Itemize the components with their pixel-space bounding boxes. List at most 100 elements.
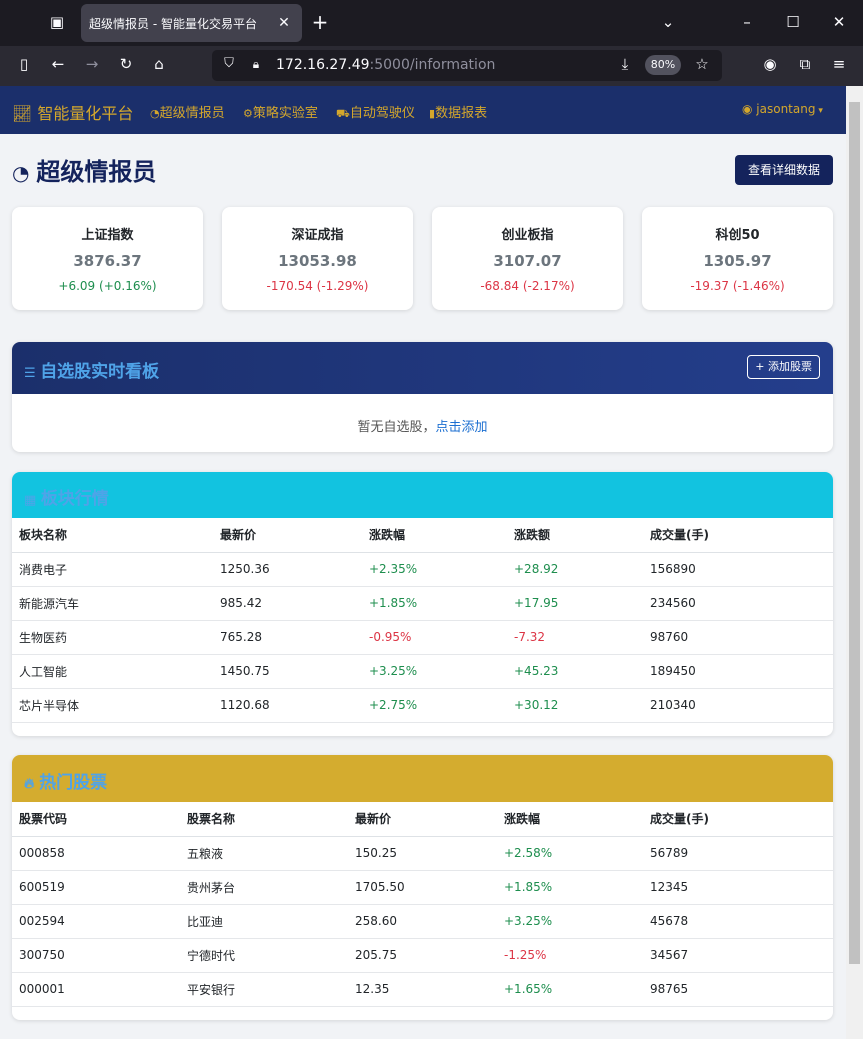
extensions-icon[interactable]: ⧉ [794, 54, 816, 76]
sidebar-icon[interactable]: ▯ [13, 54, 35, 76]
table-cell: 宁德时代 [180, 938, 348, 973]
menu-icon[interactable]: ≡ [828, 54, 850, 76]
table-cell: 98765 [643, 972, 833, 1007]
col-header: 成交量(手) [643, 802, 833, 837]
tab-list-icon[interactable]: ⌄ [657, 12, 679, 34]
view-details-button[interactable]: 查看详细数据 [735, 155, 833, 185]
table-cell: -7.32 [507, 620, 643, 655]
index-card: 科创50 1305.97 -19.37 (-1.46%) [642, 207, 833, 310]
gauge-icon: ◔ [12, 161, 37, 185]
close-window-icon[interactable]: ✕ [828, 12, 850, 34]
reload-icon[interactable]: ↻ [115, 54, 137, 76]
col-header: 涨跌额 [507, 518, 643, 553]
table-cell: +1.65% [497, 972, 643, 1007]
brand[interactable]: 📈︎ 智能量化平台 [12, 100, 133, 124]
table-cell: 258.60 [348, 904, 497, 939]
index-name: 上证指数 [81, 228, 134, 243]
table-cell: 生物医药 [12, 620, 213, 655]
table-cell: 205.75 [348, 938, 497, 973]
home-icon[interactable]: ⌂ [148, 54, 170, 76]
hot-stocks-table: 股票代码 股票名称 最新价 涨跌幅 成交量(手) 000858 五粮液 150.25… [12, 802, 833, 1007]
bookmark-star-icon[interactable]: ☆ [691, 54, 713, 76]
table-row[interactable]: 生物医药 765.28 -0.95% -7.32 98760 [12, 620, 833, 655]
index-name: 深证成指 [291, 228, 344, 243]
table-cell: 150.25 [348, 836, 497, 871]
table-cell: 234560 [643, 586, 833, 621]
add-stock-button[interactable]: + 添加股票 [747, 355, 820, 379]
scrollbar-thumb[interactable] [849, 102, 860, 964]
table-cell: 765.28 [213, 620, 362, 655]
table-cell: 000858 [12, 836, 180, 871]
table-row[interactable]: 消费电子 1250.36 +2.35% +28.92 156890 [12, 552, 833, 587]
table-cell: 1120.68 [213, 688, 362, 723]
table-cell: 210340 [643, 688, 833, 723]
table-cell: +17.95 [507, 586, 643, 621]
lock-icon[interactable]: 🔒︎ [245, 54, 267, 76]
index-change: -19.37 (-1.46%) [690, 279, 785, 293]
table-row[interactable]: 600519 贵州茅台 1705.50 +1.85% 12345 [12, 870, 833, 905]
index-price: 13053.98 [278, 252, 357, 270]
nav-reports[interactable]: ▮数据报表 [429, 102, 487, 121]
table-cell: 300750 [12, 938, 180, 973]
download-icon[interactable]: ⤓ [614, 54, 636, 76]
sector-table-body: 消费电子 1250.36 +2.35% +28.92 156890 新能源汽车 985.42… [12, 552, 833, 723]
scrollbar[interactable] [846, 86, 863, 1039]
table-row[interactable]: 300750 宁德时代 205.75 -1.25% 34567 [12, 938, 833, 973]
table-cell: 平安银行 [180, 972, 348, 1007]
add-watchlist-link[interactable]: 点击添加 [436, 420, 488, 435]
browser-tab[interactable]: 超级情报员 - 智能量化交易平台 ✕ [81, 4, 302, 42]
table-row[interactable]: 002594 比亚迪 258.60 +3.25% 45678 [12, 904, 833, 939]
index-price: 1305.97 [703, 252, 772, 270]
nav-strategy-lab[interactable]: ⚙策略实验室 [243, 102, 318, 121]
col-header: 涨跌幅 [362, 518, 507, 553]
index-price: 3107.07 [493, 252, 562, 270]
gauge-icon: ◔ [150, 107, 160, 120]
watchlist-title: ☰ 自选股实时看板 [24, 362, 160, 382]
forward-icon[interactable]: → [81, 54, 103, 76]
tab-title: 超级情报员 - 智能量化交易平台 [89, 16, 257, 31]
zoom-level[interactable]: 80% [645, 55, 681, 75]
table-row[interactable]: 人工智能 1450.75 +3.25% +45.23 189450 [12, 654, 833, 689]
table-cell: +30.12 [507, 688, 643, 723]
grid-icon: ▦ [24, 493, 41, 508]
close-tab-icon[interactable]: ✕ [274, 13, 294, 33]
index-card: 深证成指 13053.98 -170.54 (-1.29%) [222, 207, 413, 310]
url-text[interactable]: 172.16.27.49:5000/information [276, 57, 495, 73]
new-tab-icon[interactable]: + [309, 12, 331, 34]
user-menu[interactable]: ◉ jasontang ▾ [742, 102, 823, 116]
caret-down-icon: ▾ [815, 106, 823, 116]
col-header: 股票名称 [180, 802, 348, 837]
watchlist-panel: ☰ 自选股实时看板 + 添加股票 暂无自选股，点击添加 [12, 342, 833, 452]
index-card: 创业板指 3107.07 -68.84 (-2.17%) [432, 207, 623, 310]
col-header: 板块名称 [12, 518, 213, 553]
table-row[interactable]: 000001 平安银行 12.35 +1.65% 98765 [12, 972, 833, 1007]
table-cell: 12.35 [348, 972, 497, 1007]
user-icon: ◉ [742, 102, 757, 116]
table-cell: 比亚迪 [180, 904, 348, 939]
table-cell: 985.42 [213, 586, 362, 621]
table-row[interactable]: 新能源汽车 985.42 +1.85% +17.95 234560 [12, 586, 833, 621]
nav-intelligence[interactable]: ◔超级情报员 [150, 102, 225, 121]
table-header-row: 股票代码 股票名称 最新价 涨跌幅 成交量(手) [12, 802, 833, 837]
robot-icon: ⚙ [243, 107, 253, 120]
watchlist-empty: 暂无自选股，点击添加 [357, 420, 488, 435]
tab-overview-icon[interactable]: ▣ [46, 12, 68, 34]
col-header: 涨跌幅 [497, 802, 643, 837]
table-cell: 消费电子 [12, 552, 213, 587]
table-cell: 56789 [643, 836, 833, 871]
index-name: 创业板指 [501, 228, 554, 243]
table-cell: +3.25% [362, 654, 507, 689]
col-header: 最新价 [213, 518, 362, 553]
shield-icon[interactable]: ⛉ [218, 54, 240, 76]
table-row[interactable]: 000858 五粮液 150.25 +2.58% 56789 [12, 836, 833, 871]
minimize-icon[interactable]: – [736, 12, 758, 34]
maximize-icon[interactable]: ☐ [782, 12, 804, 34]
back-icon[interactable]: ← [47, 54, 69, 76]
account-icon[interactable]: ◉ [759, 54, 781, 76]
table-row[interactable]: 芯片半导体 1120.68 +2.75% +30.12 210340 [12, 688, 833, 723]
nav-autopilot[interactable]: ⛟自动驾驶仪 [336, 102, 415, 122]
chart-line-icon: 📈︎ [12, 104, 38, 123]
table-cell: 98760 [643, 620, 833, 655]
table-cell: 002594 [12, 904, 180, 939]
table-cell: -1.25% [497, 938, 643, 973]
